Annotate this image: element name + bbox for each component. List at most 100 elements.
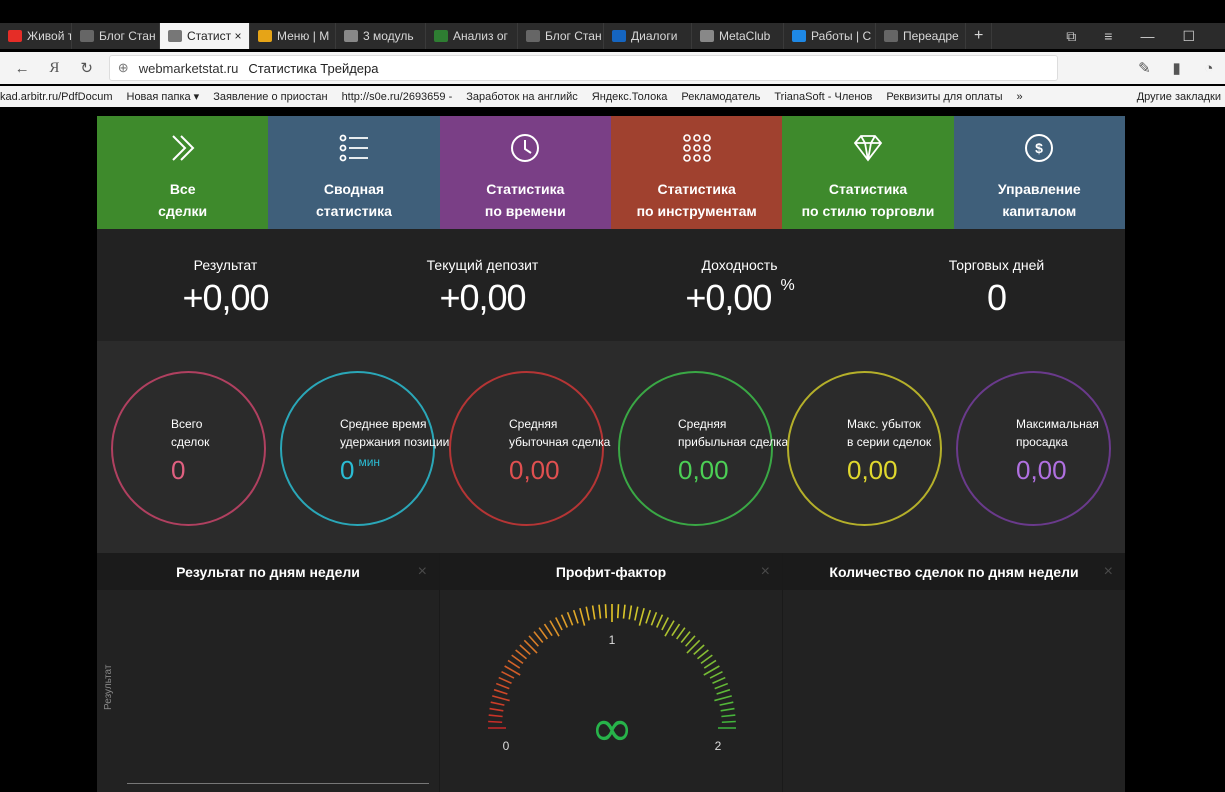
- browser-tab[interactable]: Работы | С: [784, 23, 876, 49]
- tabs-list-icon[interactable]: ⧉: [1066, 28, 1076, 45]
- stat-value: +0,00 %: [611, 277, 868, 319]
- tab-label: Блог Стан: [99, 29, 156, 43]
- minimize-icon[interactable]: —: [1140, 28, 1154, 45]
- bookmark-item[interactable]: kad.arbitr.ru/PdfDocum: [0, 91, 113, 103]
- gauge-tick: [528, 635, 539, 647]
- url-field[interactable]: ⊕ webmarketstat.ru Статистика Трейдера: [108, 55, 1059, 81]
- stat-value: +0,00: [354, 277, 611, 319]
- browser-tab[interactable]: Статист ×: [160, 23, 250, 49]
- tile-line2: по времени: [484, 203, 566, 219]
- gauge-tick: [585, 606, 590, 621]
- browser-tab[interactable]: Диалоги: [604, 23, 692, 49]
- close-icon[interactable]: ×: [761, 563, 770, 581]
- stat-current-deposit: Текущий депозит +0,00: [354, 229, 611, 341]
- browser-tab[interactable]: MetaClub: [692, 23, 784, 49]
- tile-instrument-stats[interactable]: Статистика по инструментам: [610, 116, 783, 229]
- tab-label: Меню | М: [277, 29, 330, 43]
- stat-label: Текущий депозит: [426, 257, 539, 273]
- gauge-tick: [533, 631, 544, 644]
- gauge-tick: [703, 659, 717, 669]
- tile-summary[interactable]: Сводная статистика: [268, 116, 440, 229]
- bookmark-item[interactable]: Новая папка ▾: [127, 90, 200, 103]
- metric-value-text: 0,00: [678, 455, 729, 485]
- metric-title: Средняя убыточная сделка: [509, 415, 629, 451]
- close-icon[interactable]: ×: [418, 563, 427, 581]
- close-icon[interactable]: ×: [1104, 563, 1113, 581]
- pin-icon[interactable]: ✎: [1128, 59, 1160, 77]
- stat-yield: Доходность +0,00 %: [611, 229, 868, 341]
- metric-title-line2: удержания позиции: [340, 435, 450, 449]
- gauge-tick: [560, 614, 568, 628]
- panel-body: 0 1 2 ∞: [440, 590, 782, 792]
- reload-icon[interactable]: ↻: [71, 59, 103, 77]
- gauge-tick: [572, 609, 579, 624]
- tile-all-trades[interactable]: Все сделки: [97, 116, 269, 229]
- menu-icon[interactable]: ≡: [1104, 28, 1112, 45]
- gauge-tick: [538, 627, 548, 640]
- browser-tab[interactable]: Меню | М: [250, 23, 336, 49]
- diamond-icon: [853, 135, 883, 162]
- bookmark-item[interactable]: TrianaSoft - Членов: [774, 91, 872, 103]
- gauge-tick: [721, 720, 736, 724]
- downloads-icon[interactable]: ◔: [1193, 60, 1225, 77]
- metric-value: 0,00: [847, 455, 902, 486]
- maximize-icon[interactable]: ☐: [1182, 28, 1195, 45]
- clock-icon: [511, 134, 540, 162]
- browser-tab[interactable]: Анализ ог: [426, 23, 518, 49]
- profit-factor-gauge: 0 1 2 ∞: [488, 604, 736, 759]
- metric-title-line1: Всего: [171, 417, 203, 431]
- gauge-tick: [714, 695, 732, 702]
- stat-label: Доходность: [701, 257, 778, 273]
- gauge-tick: [489, 707, 504, 712]
- window-controls: ⧉ ≡ — ☐: [1066, 28, 1225, 45]
- tile-capital-management[interactable]: $ Управление капиталом: [953, 116, 1125, 229]
- browser-tab[interactable]: Блог Стан: [518, 23, 604, 49]
- gauge-tick: [492, 695, 510, 702]
- browser-tab[interactable]: Блог Стан: [72, 23, 160, 49]
- bookmark-item[interactable]: »: [1017, 91, 1023, 103]
- gauge-tick: [716, 688, 731, 695]
- metric-title: Среднее время удержания позиции: [340, 415, 460, 451]
- bookmark-item[interactable]: Заработок на английс: [466, 91, 578, 103]
- metric-circles: Всего сделок 0 Среднее время удержания позиц…: [97, 341, 1125, 553]
- bookmark-item[interactable]: Заявление о приостан: [213, 91, 327, 103]
- metric-value-text: 0,00: [1016, 455, 1067, 485]
- tab-label: Блог Стан: [545, 29, 602, 43]
- stat-label: Результат: [193, 257, 258, 273]
- yandex-logo-icon[interactable]: Я: [38, 60, 70, 77]
- nav-tiles: Все сделки Сводная статистика Статистика…: [97, 116, 1125, 229]
- metric-circle: Средняя прибыльная сделка 0,00: [618, 371, 788, 526]
- back-icon[interactable]: ←: [6, 60, 38, 77]
- tile-style-stats[interactable]: Статистика по стилю торговли: [782, 116, 954, 229]
- gauge-tick: [712, 676, 726, 684]
- gauge-tick: [709, 670, 723, 679]
- gauge-tick: [671, 623, 681, 637]
- page-icon: [884, 30, 898, 42]
- metric-value-text: 0,00: [847, 455, 898, 485]
- browser-tab[interactable]: 3 модуль: [336, 23, 426, 49]
- browser-tab[interactable]: Живой тр: [0, 23, 72, 49]
- tile-line2: капиталом: [1002, 203, 1077, 219]
- tab-label: Живой тр: [27, 29, 71, 43]
- profit-factor-value: ∞: [590, 699, 633, 759]
- stat-value-text: +0,00: [439, 277, 526, 318]
- metric-title-line1: Макс. убыток: [847, 417, 921, 431]
- check-icon: [434, 30, 448, 42]
- metric-title-line1: Средняя: [678, 417, 727, 431]
- stat-trading-days: Торговых дней 0: [868, 229, 1125, 341]
- bookmark-item[interactable]: Яндекс.Толока: [592, 91, 668, 103]
- gauge-tick: [566, 611, 574, 626]
- stat-result: Результат +0,00: [97, 229, 354, 341]
- bookmark-item[interactable]: http://s0e.ru/2693659 -: [342, 91, 453, 103]
- gauge-tick: [634, 606, 639, 621]
- metric-circle: Максимальная просадка 0,00: [956, 371, 1111, 526]
- tab-label: Статист ×: [187, 29, 242, 43]
- metric-value-text: 0,00: [509, 455, 560, 485]
- other-bookmarks[interactable]: Другие закладки: [1137, 91, 1225, 103]
- tile-time-stats[interactable]: Статистика по времени: [439, 116, 611, 229]
- bookmark-item[interactable]: Рекламодатель: [681, 91, 760, 103]
- browser-tab[interactable]: Переадре: [876, 23, 966, 49]
- bookmark-icon[interactable]: ▮: [1160, 59, 1192, 77]
- new-tab-button[interactable]: +: [966, 23, 993, 49]
- bookmark-item[interactable]: Реквизиты для оплаты: [886, 91, 1002, 103]
